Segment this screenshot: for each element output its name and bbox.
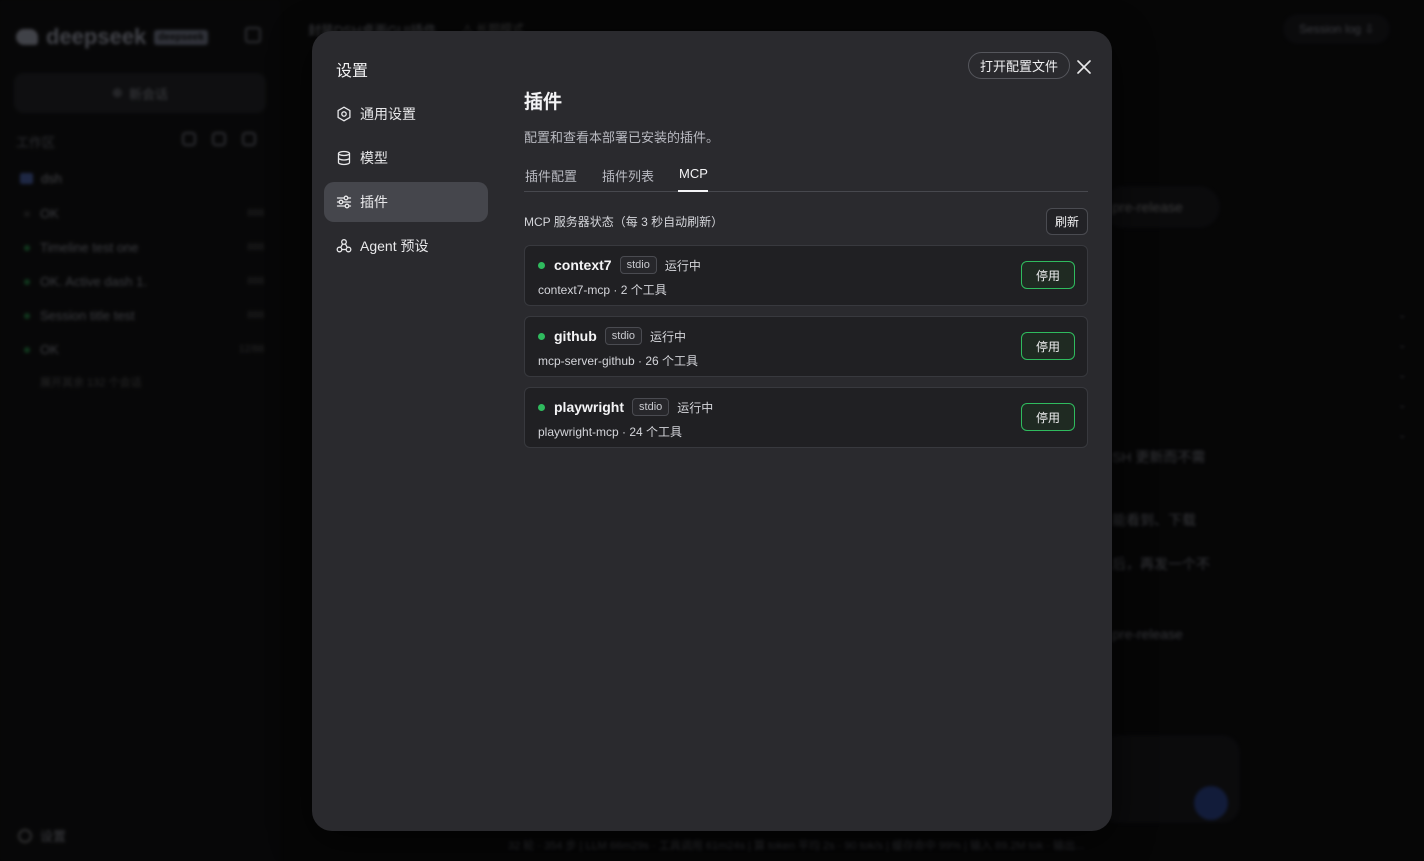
- nav-item-label: Agent 预设: [360, 238, 429, 254]
- server-meta: playwright-mcp · 24 个工具: [538, 425, 683, 439]
- mcp-server-card: github stdio 运行中 mcp-server-github · 26 个工具…: [524, 316, 1088, 377]
- section-title: 插件: [524, 92, 563, 113]
- server-header: context7 stdio 运行中: [538, 256, 701, 274]
- disable-server-button[interactable]: 停用: [1021, 261, 1075, 289]
- plugin-tabs: 插件配置 插件列表 MCP: [524, 166, 1088, 192]
- nav-item-label: 模型: [360, 150, 388, 166]
- server-header: github stdio 运行中: [538, 327, 686, 345]
- database-icon: [337, 150, 351, 166]
- mcp-server-card: playwright stdio 运行中 playwright-mcp · 24 个工…: [524, 387, 1088, 448]
- server-name: context7: [554, 257, 612, 273]
- running-status-icon: [538, 332, 545, 340]
- server-name: github: [554, 328, 597, 344]
- running-status-icon: [538, 261, 545, 269]
- server-state: 运行中: [664, 258, 701, 273]
- settings-modal: 设置 打开配置文件 通用设置 模型 插件 Agent 预设 插件 配置和查看本部…: [312, 31, 1112, 831]
- settings-nav: 通用设置 模型 插件 Agent 预设: [324, 94, 488, 270]
- disable-server-button[interactable]: 停用: [1021, 332, 1075, 360]
- close-button[interactable]: [1072, 55, 1096, 79]
- server-meta: mcp-server-github · 26 个工具: [538, 354, 699, 368]
- mcp-server-card: context7 stdio 运行中 context7-mcp · 2 个工具 停用: [524, 245, 1088, 306]
- server-state: 运行中: [677, 400, 714, 415]
- tab-mcp[interactable]: MCP: [678, 166, 708, 192]
- server-header: playwright stdio 运行中: [538, 398, 713, 416]
- close-icon: [1077, 60, 1091, 74]
- mcp-status-row: MCP 服务器状态（每 3 秒自动刷新） 刷新: [524, 207, 1088, 235]
- tab-plugin-list[interactable]: 插件列表: [601, 166, 654, 192]
- transport-badge: stdio: [604, 327, 643, 345]
- mcp-server-list: context7 stdio 运行中 context7-mcp · 2 个工具 停用 gi…: [524, 245, 1088, 448]
- nav-item-agent-presets[interactable]: Agent 预设: [324, 226, 488, 266]
- nav-item-label: 通用设置: [360, 106, 416, 122]
- tab-plugin-config[interactable]: 插件配置: [524, 166, 577, 192]
- nav-item-model[interactable]: 模型: [324, 138, 488, 178]
- nav-item-plugins[interactable]: 插件: [324, 182, 488, 222]
- sliders-icon: [336, 195, 352, 209]
- disable-server-button[interactable]: 停用: [1021, 403, 1075, 431]
- nav-item-general[interactable]: 通用设置: [324, 94, 488, 134]
- gear-icon: [337, 106, 351, 122]
- running-status-icon: [538, 403, 545, 411]
- server-name: playwright: [554, 399, 625, 415]
- agent-icon: [336, 239, 352, 253]
- transport-badge: stdio: [619, 256, 657, 274]
- mcp-status-label: MCP 服务器状态（每 3 秒自动刷新）: [524, 214, 724, 229]
- server-state: 运行中: [650, 329, 687, 344]
- refresh-button[interactable]: 刷新: [1045, 207, 1088, 235]
- modal-title: 设置: [336, 63, 369, 80]
- open-config-file-button[interactable]: 打开配置文件: [968, 52, 1071, 79]
- plugins-section: 插件 配置和查看本部署已安装的插件。 插件配置 插件列表 MCP MCP 服务器…: [524, 87, 1088, 448]
- nav-item-label: 插件: [360, 194, 388, 210]
- transport-badge: stdio: [632, 398, 670, 416]
- server-meta: context7-mcp · 2 个工具: [538, 283, 667, 297]
- section-description: 配置和查看本部署已安装的插件。: [524, 130, 720, 145]
